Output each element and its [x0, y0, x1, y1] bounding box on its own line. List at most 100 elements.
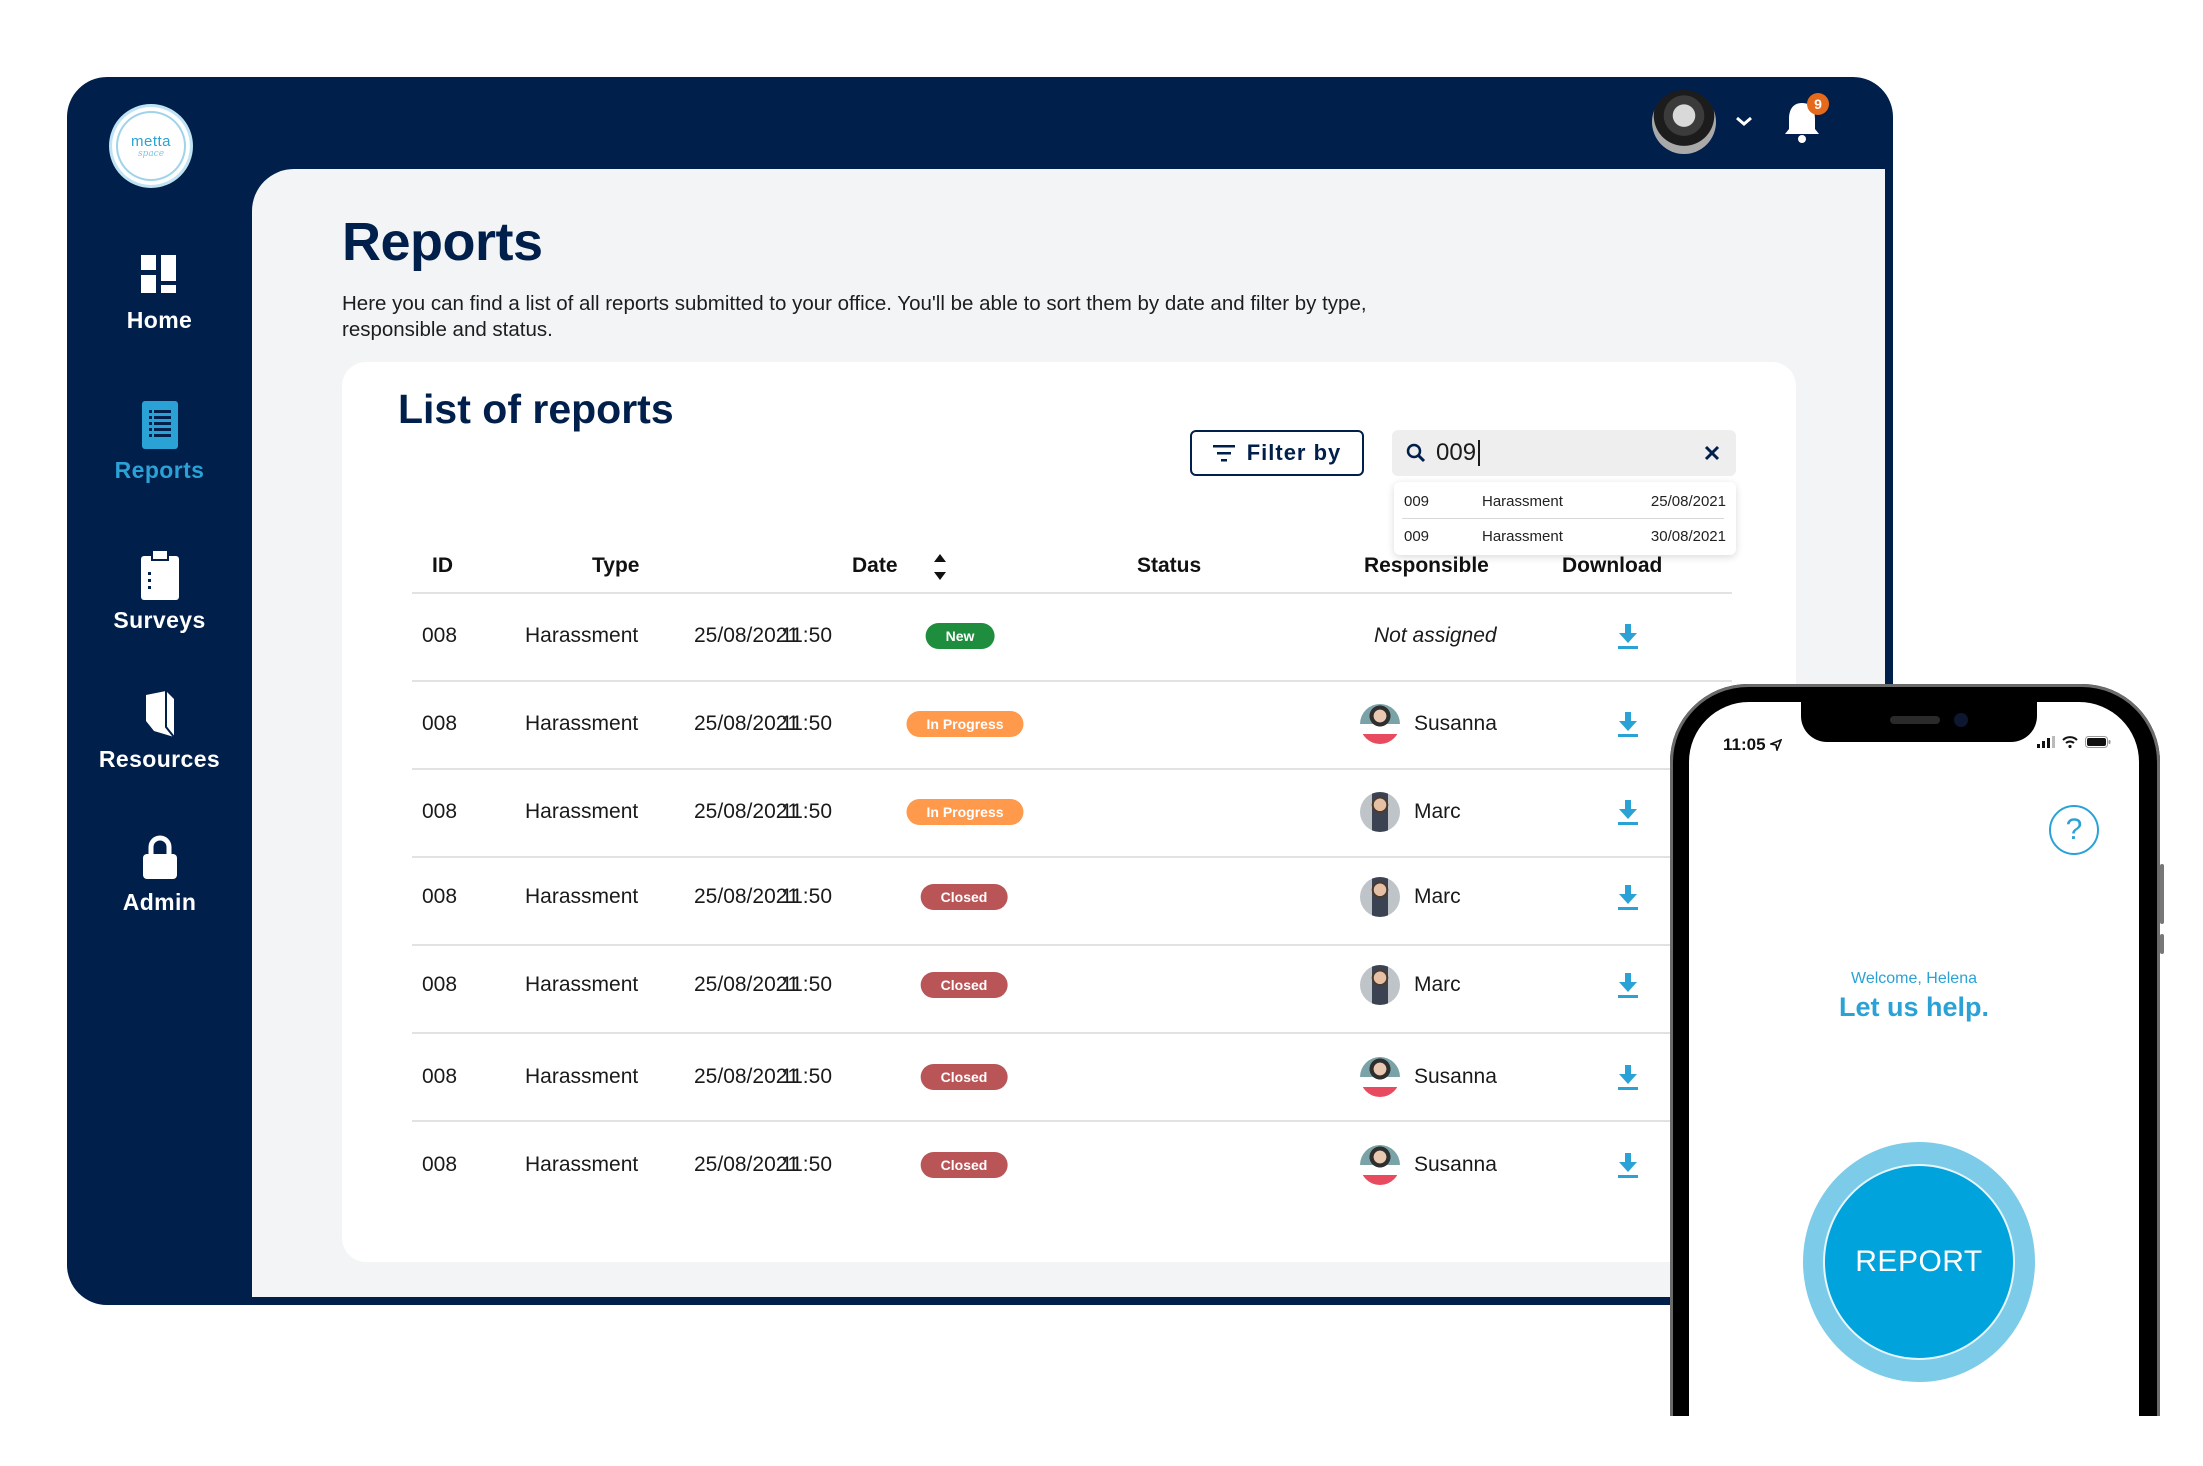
- desktop-app-window: metta space Home Reports Surveys Resourc…: [67, 77, 1893, 1305]
- cell-id: 008: [422, 973, 458, 996]
- main-content: Reports Here you can find a list of all …: [252, 169, 1885, 1297]
- filter-icon: [1212, 445, 1235, 462]
- table-row[interactable]: 008 Harassment 25/08/2021 11:50 In Progress S…: [412, 680, 1732, 768]
- status-badge: Closed: [920, 972, 1008, 998]
- responsible-avatar: [1360, 704, 1400, 744]
- suggestion-id: 009: [1404, 527, 1430, 545]
- cell-id: 008: [422, 624, 458, 647]
- suggestion-id: 009: [1404, 492, 1430, 510]
- cell-responsible: Marc: [1360, 792, 1461, 832]
- table-row[interactable]: 008 Harassment 25/08/2021 11:50 In Progress M…: [412, 768, 1732, 856]
- download-icon[interactable]: [1616, 710, 1640, 738]
- sidebar-item-surveys[interactable]: Surveys: [67, 550, 252, 634]
- card-title: List of reports: [398, 386, 674, 432]
- status-badge: In Progress: [906, 799, 1024, 825]
- page-background: [0, 1416, 2203, 1466]
- suggestion-date: 25/08/2021: [1650, 492, 1726, 510]
- responsible-name: Marc: [1414, 885, 1461, 908]
- sidebar-item-admin[interactable]: Admin: [67, 835, 252, 916]
- cell-type: Harassment: [525, 973, 639, 996]
- suggestion-type: Harassment: [1482, 527, 1563, 545]
- close-icon[interactable]: [1702, 443, 1722, 463]
- status-badge: New: [925, 623, 995, 649]
- help-button[interactable]: ?: [2049, 805, 2099, 855]
- status-badge: Closed: [920, 1064, 1008, 1090]
- cell-time: 11:50: [781, 624, 832, 647]
- side-button: [2160, 864, 2164, 924]
- user-avatar[interactable]: [1652, 90, 1716, 154]
- download-icon[interactable]: [1616, 798, 1640, 826]
- sort-icon[interactable]: [932, 550, 948, 584]
- responsible-avatar: [1360, 1057, 1400, 1097]
- column-header-id: ID: [432, 554, 453, 577]
- download-icon[interactable]: [1616, 971, 1640, 999]
- report-button[interactable]: REPORT: [1803, 1142, 2035, 1382]
- phone-notch: [1801, 702, 2037, 742]
- column-header-date[interactable]: Date: [852, 554, 898, 578]
- cell-id: 008: [422, 885, 458, 908]
- cell-responsible: Marc: [1360, 877, 1461, 917]
- text-caret: [1478, 440, 1481, 466]
- logo-text: metta: [130, 133, 171, 150]
- cell-responsible: Susanna: [1360, 1145, 1497, 1185]
- sidebar-item-reports[interactable]: Reports: [67, 401, 252, 484]
- table-row[interactable]: 008 Harassment 25/08/2021 11:50 Closed Marc: [412, 941, 1732, 1029]
- chevron-down-icon[interactable]: [1734, 113, 1754, 129]
- search-input[interactable]: 009: [1392, 430, 1736, 476]
- responsible-avatar: [1360, 965, 1400, 1005]
- responsible-name: Marc: [1414, 800, 1461, 823]
- location-arrow-icon: [1768, 738, 1783, 753]
- sidebar-item-label: Resources: [98, 746, 221, 772]
- suggestion-date: 30/08/2021: [1650, 527, 1726, 545]
- download-icon[interactable]: [1616, 883, 1640, 911]
- wifi-icon: [2062, 736, 2078, 748]
- notification-badge: 9: [1807, 93, 1829, 115]
- battery-icon: [2085, 736, 2111, 748]
- cell-type: Harassment: [525, 885, 639, 908]
- column-header-download: Download: [1562, 554, 1663, 577]
- metta-space-logo[interactable]: metta space: [109, 104, 193, 188]
- responsible-avatar: [1360, 792, 1400, 832]
- page-description: Here you can find a list of all reports …: [342, 292, 1367, 341]
- suggestion-item[interactable]: 009 Harassment 30/08/2021: [1394, 519, 1736, 553]
- cell-time: 11:50: [781, 712, 832, 735]
- cell-responsible: Not assigned: [1374, 624, 1497, 647]
- report-button-label: REPORT: [1855, 1245, 1983, 1278]
- search-icon: [1406, 443, 1426, 463]
- responsible-avatar: [1360, 877, 1400, 917]
- lock-icon: [140, 835, 180, 879]
- cell-type: Harassment: [525, 1065, 639, 1088]
- status-bar-indicators: [2037, 736, 2111, 748]
- table-row[interactable]: 008 Harassment 25/08/2021 11:50 Closed Susann…: [412, 1033, 1732, 1121]
- home-grid-icon: [140, 253, 180, 297]
- signal-icon: [2037, 736, 2055, 748]
- suggestion-item[interactable]: 009 Harassment 25/08/2021: [1394, 484, 1736, 518]
- status-badge: Closed: [920, 884, 1008, 910]
- front-camera: [1954, 713, 1968, 727]
- column-header-status: Status: [1137, 554, 1202, 577]
- table-row[interactable]: 008 Harassment 25/08/2021 11:50 New Not assig…: [412, 592, 1732, 680]
- column-header-type: Type: [592, 554, 640, 577]
- sidebar-item-resources[interactable]: Resources: [67, 691, 252, 773]
- table-row[interactable]: 008 Harassment 25/08/2021 11:50 Closed Susann…: [412, 1121, 1732, 1209]
- book-icon: [140, 691, 180, 737]
- responsible-name: Marc: [1414, 973, 1461, 996]
- sidebar-item-home[interactable]: Home: [67, 253, 252, 334]
- responsible-name: Susanna: [1414, 1153, 1497, 1176]
- side-button: [2160, 934, 2164, 954]
- cell-time: 11:50: [781, 1065, 832, 1088]
- sidebar-item-label: Home: [126, 307, 193, 333]
- download-icon[interactable]: [1616, 1063, 1640, 1091]
- reports-card: List of reports Filter by 009 009 Harass…: [342, 362, 1796, 1262]
- download-icon[interactable]: [1616, 622, 1640, 650]
- cell-responsible: Marc: [1360, 965, 1461, 1005]
- filter-by-button[interactable]: Filter by: [1190, 430, 1364, 476]
- page-title: Reports: [342, 212, 543, 272]
- table-row[interactable]: 008 Harassment 25/08/2021 11:50 Closed Marc: [412, 853, 1732, 941]
- cell-type: Harassment: [525, 1153, 639, 1176]
- cell-responsible: Susanna: [1360, 1057, 1497, 1097]
- question-mark-icon: ?: [2065, 813, 2083, 846]
- cell-id: 008: [422, 712, 458, 735]
- download-icon[interactable]: [1616, 1151, 1640, 1179]
- status-bar-time: 11:05: [1723, 735, 1783, 755]
